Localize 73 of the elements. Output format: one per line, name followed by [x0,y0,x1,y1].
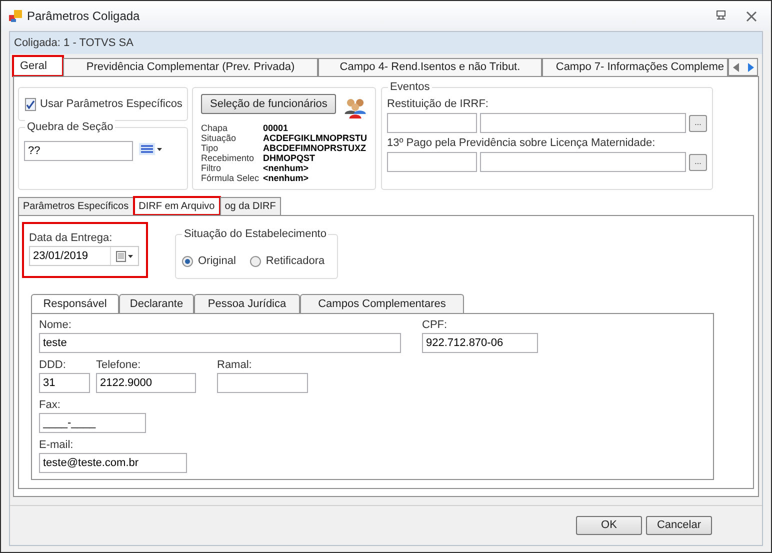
browse-button[interactable]: ... [689,114,707,132]
select-employees-button[interactable]: Seleção de funcionários [201,94,336,114]
dialog-button[interactable]: Cancelar [646,516,712,535]
right-arrow-icon[interactable] [746,62,754,72]
calendar-icon [116,250,126,262]
checkbox-label: Usar Parâmetros Específicos [40,96,182,112]
radio-button[interactable] [182,256,193,267]
browse-button[interactable]: ... [689,154,707,170]
window-title: Parâmetros Coligada [27,8,140,25]
input-field[interactable]: teste [39,333,401,353]
format-icon [139,143,155,155]
info-value: ACDEFGIKLMNOPRSTU [263,133,367,143]
input-field[interactable] [217,373,308,393]
date-value: 23/01/2019 [32,248,90,264]
field-label: Restituição de IRRF: [387,98,490,111]
info-label: Fórmula Selec [201,173,260,183]
input-field[interactable] [387,113,477,133]
tab[interactable]: Pessoa Jurídica [194,294,300,313]
field-label: Telefone: [96,359,142,372]
tab[interactable]: Responsável [31,294,119,313]
input-field[interactable]: 2122.9000 [96,373,196,393]
app-icon [9,9,23,23]
info-label: Tipo [201,143,220,153]
tab[interactable]: Geral [13,56,63,76]
left-arrow-icon[interactable] [732,62,740,72]
tab[interactable]: Parâmetros Específicos [18,197,134,215]
info-label: Filtro [201,163,222,173]
input-field[interactable]: 31 [39,373,90,393]
input-field[interactable]: ?? [24,141,133,161]
field-label: 13º Pago pela Previdência sobre Licença Maternidade: [387,137,656,150]
check-icon [26,100,35,108]
tab-scroll[interactable] [728,58,758,76]
tab[interactable]: og da DIRF [220,197,281,215]
input-field[interactable]: 922.712.870-06 [422,333,538,353]
group-title: Situação do Estabelecimento [182,227,328,241]
field-label: DDD: [39,359,67,372]
info-value: DHMOPQST [263,153,316,163]
info-label: Recebimento [201,153,256,163]
tab[interactable]: Declarante [119,294,194,313]
tab[interactable]: Previdência Complementar (Prev. Privada) [63,58,318,76]
info-value: <nenhum> [263,173,310,183]
field-label: Fax: [39,399,62,412]
caret-icon [157,148,162,150]
group-title: Quebra de Seção [25,120,116,134]
date-picker[interactable]: 23/01/2019 [29,246,139,266]
radio-label: Original [198,254,236,270]
info-label: Chapa [201,123,229,133]
field-label: E-mail: [39,439,74,452]
input-field[interactable] [387,152,477,172]
format-dropdown[interactable] [139,143,162,155]
radio-button[interactable] [250,256,261,267]
field-label: CPF: [422,319,448,332]
tab[interactable]: Campo 4- Rend.Isentos e não Tribut. [318,58,542,76]
tab[interactable]: Campo 7- Informações Compleme [542,58,728,76]
info-value: <nenhum> [263,163,310,173]
checkbox[interactable] [25,98,36,110]
company-label: Coligada: 1 - TOTVS SA [14,36,134,51]
field-label: Data da Entrega: [29,232,114,245]
caret-icon [128,254,133,258]
field-label: Ramal: [217,359,253,372]
info-value: ABCDEFIMNOPRSTUXZ [263,143,367,153]
input-field[interactable]: teste@teste.com.br [39,453,187,473]
radio-label: Retificadora [266,254,325,270]
close-icon[interactable] [746,10,757,22]
input-field[interactable] [480,152,686,172]
field-label: Nome: [39,319,72,332]
tab[interactable]: Campos Complementares [300,294,464,313]
tab[interactable]: DIRF em Arquivo [134,197,220,215]
dialog-button[interactable]: OK [576,516,642,535]
input-field[interactable]: ____-____ [39,413,146,433]
info-label: Situação [201,133,238,143]
info-value: 00001 [263,123,290,133]
input-field[interactable] [480,113,686,133]
